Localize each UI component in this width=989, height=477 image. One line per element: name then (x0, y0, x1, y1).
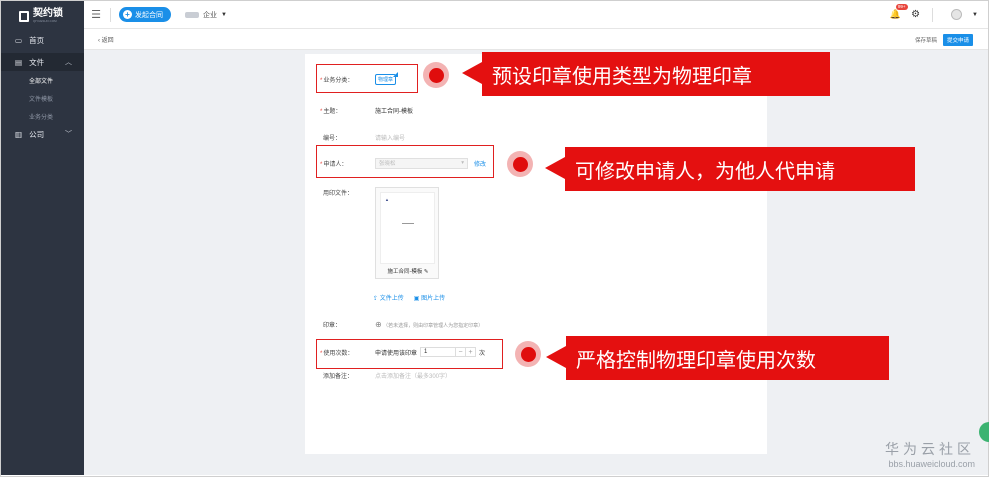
divider (932, 7, 934, 22)
chevron-down-icon: ﹀ (65, 131, 72, 138)
action-bar: ‹ 返回 保存草稿 提交申请 (84, 30, 988, 50)
sidebar: 契约锁 QIYUESUO.COM ▭ 首页 ▤ 文件 ︿ 全部文件 文件模板 业… (1, 1, 84, 475)
callout-usage: 严格控制物理印章使用次数 (546, 336, 889, 380)
subject-row: *主题： 施工合同-模板 (320, 104, 413, 116)
remark-label: 添加备注： (323, 373, 354, 380)
menu-toggle-icon[interactable]: ☰ (84, 8, 108, 21)
seal-field: ⊕ （若未选择，则由印章管理人为您指定印章） (375, 320, 483, 329)
add-seal-icon[interactable]: ⊕ (375, 320, 382, 329)
number-label: 编号： (323, 135, 342, 142)
files-label: 用印文件： (323, 190, 354, 197)
sidebar-item-label: 首页 (29, 35, 45, 45)
seal-hint: （若未选择，则由印章管理人为您指定印章） (383, 322, 484, 329)
remark-input[interactable]: 点击添加备注（最多300字） (375, 371, 451, 380)
caret-down-icon[interactable]: ▼ (972, 12, 978, 18)
sidebar-item-home[interactable]: ▭ 首页 (1, 31, 84, 49)
logo-subtext: QIYUESUO.COM (33, 19, 57, 23)
avatar[interactable] (951, 9, 963, 20)
sidebar-item-label: 文件 (29, 57, 45, 67)
sidebar-item-company[interactable]: ▥ 公司 ﹀ (1, 125, 84, 143)
upload-file-button[interactable]: ⇪ 文件上传 (373, 293, 404, 302)
new-contract-button[interactable]: + 发起合同 (119, 7, 171, 22)
monitor-icon: ▭ (15, 35, 23, 45)
file-icon: ▤ (15, 57, 23, 67)
sidebar-item-label: 公司 (29, 129, 45, 139)
bell-icon: 🔔 (889, 9, 902, 19)
callout-applicant: 可修改申请人，为他人代申请 (545, 147, 915, 191)
marker-dot (515, 341, 541, 367)
document-mark-icon: ▲ (385, 197, 389, 202)
sidebar-subitem-all-files[interactable]: 全部文件 (1, 71, 84, 89)
callout-category: 预设印章使用类型为物理印章 (462, 52, 830, 96)
subject-value: 施工合同-模板 (375, 108, 413, 115)
seal-label: 印章： (323, 322, 342, 329)
top-bar: ☰ + 发起合同 企业 ▼ 🔔 99+ ⚙ ▼ (84, 1, 988, 29)
files-row: 用印文件： (320, 186, 353, 198)
back-link[interactable]: ‹ 返回 (98, 35, 114, 44)
plus-icon: + (123, 10, 132, 19)
notification-button[interactable]: 🔔 99+ (889, 4, 908, 20)
gear-icon[interactable]: ⚙ (911, 9, 920, 20)
watermark-en: bbs.huaweicloud.com (888, 459, 975, 469)
new-contract-label: 发起合同 (135, 11, 163, 19)
subject-label: *主题： (320, 108, 342, 115)
company-label: 企业 (203, 11, 217, 19)
pencil-icon[interactable]: ✎ (424, 269, 429, 275)
upload-actions: ⇪ 文件上传 ▣ 图片上传 (373, 291, 445, 303)
highlight-usage (316, 339, 503, 369)
sidebar-subitem-categories[interactable]: 业务分类 (1, 107, 84, 125)
marker-dot (507, 151, 533, 177)
document-card[interactable]: ▲ 施工合同-模板 ✎ (375, 187, 439, 279)
divider (110, 7, 111, 22)
logo-text: 契约锁 (33, 8, 63, 19)
company-name-blurred (185, 11, 199, 18)
sidebar-item-files[interactable]: ▤ 文件 ︿ (1, 53, 84, 71)
save-draft-button[interactable]: 保存草稿 (915, 36, 937, 44)
marker-dot (423, 62, 449, 88)
sidebar-subitem-templates[interactable]: 文件模板 (1, 89, 84, 107)
apply-form: *业务分类： 物理章 *主题： 施工合同-模板 编号： 请输入编号 *申请人： … (305, 54, 767, 454)
number-input[interactable]: 请输入编号 (375, 133, 405, 142)
watermark-cn: 华为云社区 (885, 441, 975, 457)
chevron-up-icon: ︿ (65, 59, 72, 66)
top-right-tools: 🔔 99+ ⚙ ▼ (889, 4, 988, 22)
highlight-applicant (316, 145, 494, 178)
building-icon: ▥ (15, 129, 23, 139)
document-name: 施工合同-模板 ✎ (387, 269, 429, 275)
remark-row: 添加备注： 点击添加备注（最多300字） (320, 369, 451, 381)
document-thumbnail: ▲ (380, 192, 435, 264)
caret-down-icon: ▼ (221, 11, 227, 18)
notification-badge: 99+ (895, 4, 908, 10)
number-row: 编号： 请输入编号 (320, 131, 405, 143)
submit-button[interactable]: 提交申请 (942, 33, 973, 46)
upload-image-button[interactable]: ▣ 图片上传 (414, 293, 445, 302)
seal-row: 印章： ⊕ （若未选择，则由印章管理人为您指定印章） (320, 318, 483, 330)
main-content: ‹ 返回 保存草稿 提交申请 *业务分类： 物理章 *主题： 施工合同-模板 编… (84, 30, 988, 475)
watermark: 华为云社区 bbs.huaweicloud.com (885, 439, 975, 469)
highlight-category (316, 64, 418, 93)
company-switcher[interactable]: 企业 ▼ (185, 10, 227, 20)
logo-icon (19, 10, 29, 22)
logo: 契约锁 QIYUESUO.COM (1, 1, 84, 31)
